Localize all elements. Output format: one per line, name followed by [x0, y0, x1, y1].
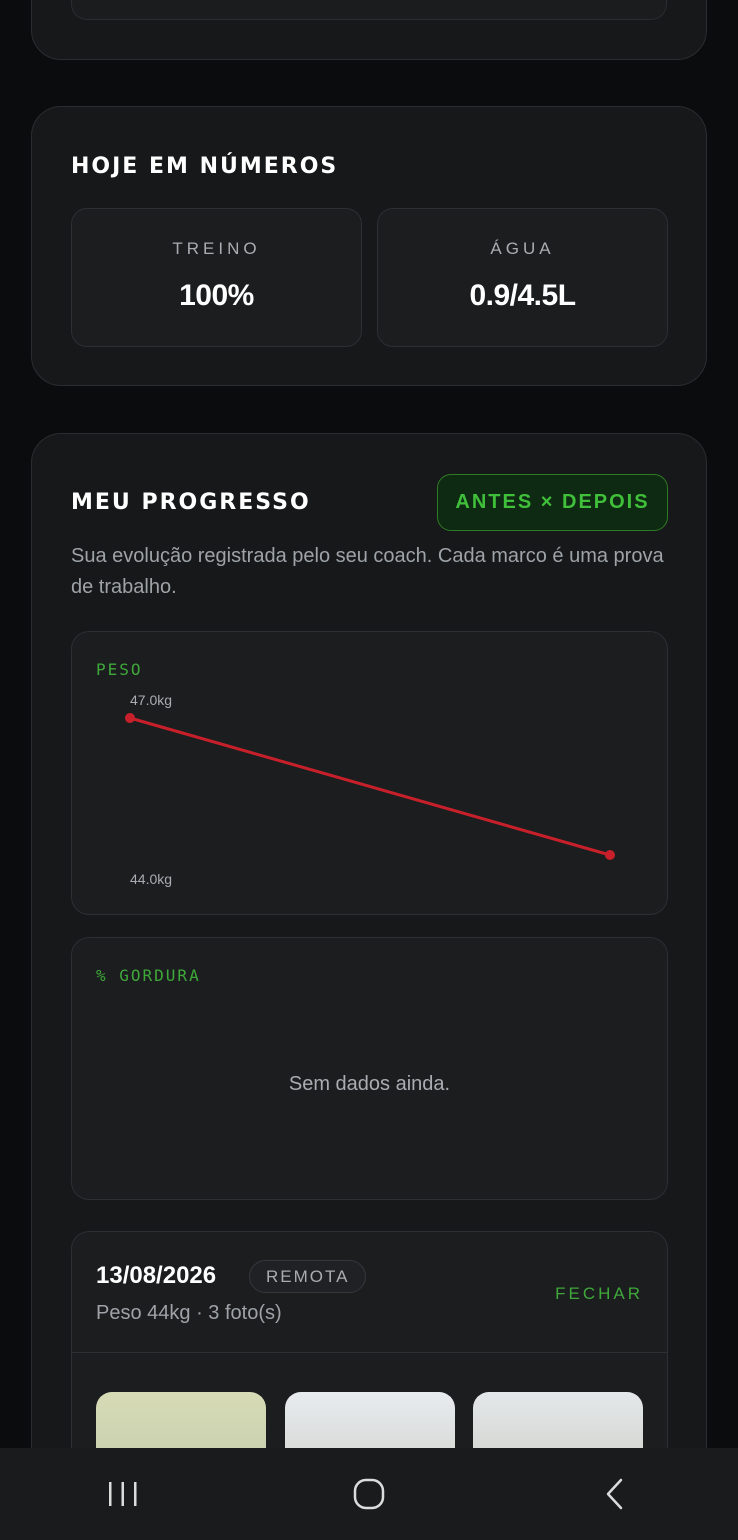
today-numbers-card: HOJE EM NÚMEROS TREINO 100% ÁGUA 0.9/4.5… — [31, 106, 707, 386]
stat-training-value: 100% — [179, 279, 254, 312]
stat-water: ÁGUA 0.9/4.5L — [377, 208, 668, 347]
body-fat-empty-message: Sem dados ainda. — [288, 1073, 451, 1095]
weight-chart-plot: 47.0kg 44.0kg — [125, 692, 615, 887]
progress-card: MEU PROGRESSO ANTES × DEPOIS Sua evoluçã… — [31, 433, 707, 1540]
weight-min-label: 44.0kg — [130, 871, 172, 887]
body-fat-chart-label: % GORDURA — [96, 966, 201, 985]
weight-point-1 — [605, 850, 615, 860]
progress-description: Sua evolução registrada pelo seu coach. … — [71, 545, 664, 598]
close-session-button[interactable]: FECHAR — [555, 1284, 643, 1304]
previous-card — [31, 0, 707, 60]
session-summary: Peso 44kg · 3 foto(s) — [96, 1302, 282, 1324]
session-divider — [72, 1352, 667, 1353]
recent-apps-icon[interactable] — [93, 1464, 153, 1524]
today-numbers-title: HOJE EM NÚMEROS — [71, 154, 339, 179]
weight-point-0 — [125, 713, 135, 723]
back-icon[interactable] — [585, 1464, 645, 1524]
session-type-badge: REMOTA — [249, 1260, 367, 1293]
progress-title: MEU PROGRESSO — [71, 490, 311, 515]
stat-training-label: TREINO — [172, 239, 261, 258]
stat-water-label: ÁGUA — [490, 239, 555, 258]
weight-chart: PESO 47.0kg 44.0kg — [71, 631, 668, 915]
previous-card-inner — [71, 0, 667, 20]
body-fat-chart: % GORDURA Sem dados ainda. — [71, 937, 668, 1200]
stat-training: TREINO 100% — [71, 208, 362, 347]
stat-water-value: 0.9/4.5L — [469, 279, 576, 312]
before-after-button[interactable]: ANTES × DEPOIS — [437, 474, 668, 531]
session-date: 13/08/2026 — [96, 1262, 217, 1289]
weight-series-line — [129, 716, 611, 857]
system-navigation-bar — [0, 1448, 738, 1540]
weight-max-label: 47.0kg — [130, 692, 172, 708]
home-icon[interactable] — [339, 1464, 399, 1524]
